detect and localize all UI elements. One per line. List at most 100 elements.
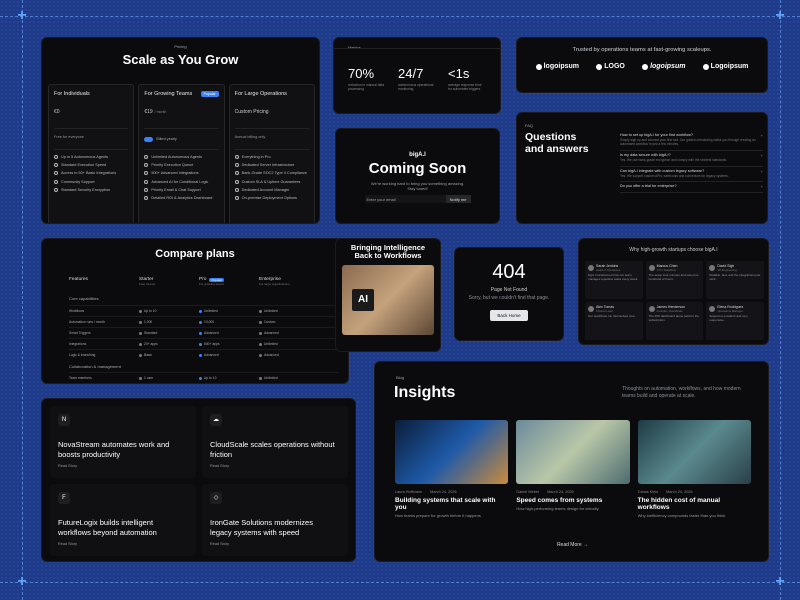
- feature-item: Bank-Grade SOC2 Type II Compliance: [234, 171, 309, 176]
- stats-card: Metrics 70% reduction in manual data proc…: [333, 37, 501, 114]
- read-more-link[interactable]: Read More →: [375, 542, 768, 548]
- table-row: Logic & branching Basic Advanced Advanced: [69, 349, 339, 360]
- faq-item[interactable]: Is my data secure with bigA.I? + Yes. We u…: [620, 151, 763, 167]
- crosshair-icon: +: [17, 7, 27, 24]
- check-icon: [234, 171, 239, 176]
- read-story-link[interactable]: Read Story: [58, 464, 77, 468]
- feature-item: Priority Execution Queue: [144, 163, 218, 168]
- compare-title: Compare plans: [155, 248, 235, 260]
- email-input[interactable]: Enter your email: [365, 195, 446, 203]
- stat-value: <1s: [448, 66, 470, 81]
- post-image: [637, 420, 751, 484]
- feature-item: On-premise Deployment Options: [234, 195, 309, 200]
- post-author: Daniel Weber: [516, 490, 540, 494]
- company-logo: LOGO: [596, 63, 625, 70]
- case-study-item[interactable]: ☁ CloudScale scales operations without fr…: [202, 406, 348, 478]
- insights-title: Insights: [394, 384, 456, 401]
- post-date: March 24, 2026: [666, 490, 693, 494]
- testimonial-text: Reliable, fast, and the integrations jus…: [709, 273, 761, 281]
- expand-icon: +: [760, 184, 763, 190]
- billing-toggle[interactable]: [144, 136, 154, 142]
- back-home-button[interactable]: Back Home: [490, 310, 528, 321]
- expand-icon: +: [760, 152, 763, 158]
- popular-badge: Popular: [209, 277, 224, 282]
- check-icon: [259, 353, 262, 357]
- feature-item: Everything in Pro: [234, 155, 309, 159]
- testimonial-card: David Sigh VP Engineering Reliable, fast, …: [706, 261, 764, 299]
- testimonial-card: James Henderson Founder, CloudScale The RO…: [645, 302, 704, 340]
- faq-item[interactable]: Do you offer a trial for enterprise? +: [620, 182, 763, 194]
- coming-desc: We're working hard to bring you somethin…: [370, 181, 465, 191]
- stat-desc: average response time for automated trig…: [448, 83, 482, 91]
- case-study-item[interactable]: ◇ IronGate Solutions modernizes legacy sy…: [202, 484, 348, 556]
- expand-icon: +: [760, 168, 763, 174]
- blog-post[interactable]: Tobias Klein March 24, 2026 The hidden cos…: [637, 420, 751, 518]
- check-icon: [144, 155, 149, 159]
- crosshair-icon: +: [775, 573, 785, 590]
- case-study-title: FutureLogix builds intelligent workflows…: [58, 518, 157, 537]
- check-icon: [234, 195, 239, 200]
- post-date: March 24, 2026: [547, 490, 574, 494]
- blog-badge: Blog: [396, 375, 405, 380]
- stat-item: 70% reduction in manual data processing: [348, 66, 386, 92]
- check-icon: [199, 342, 202, 346]
- guide-line: [780, 0, 781, 600]
- stat-value: 24/7: [398, 66, 424, 81]
- logos-title: Trusted by operations teams at fast-grow…: [572, 47, 712, 53]
- case-study-item[interactable]: F FutureLogix builds intelligent workflow…: [50, 484, 196, 556]
- faq-item[interactable]: How to set up bigA.I for your first work…: [620, 131, 763, 151]
- case-study-item[interactable]: N NovaStream automates work and boosts pr…: [50, 406, 196, 478]
- read-story-link[interactable]: Read Story: [210, 464, 229, 468]
- check-icon: [199, 353, 202, 357]
- plan-card: For Individuals €0 Free for everyone Up to …: [48, 84, 135, 223]
- feature-item: Access to 50+ Basic Integrations: [54, 171, 128, 176]
- plan-name: For Individuals: [54, 91, 90, 97]
- case-studies-card: N NovaStream automates work and boosts pr…: [41, 398, 356, 562]
- blog-post[interactable]: Laura Hoffmann March 24, 2026 Building sys…: [395, 420, 509, 518]
- plan-price: €0: [54, 109, 60, 115]
- table-row: Integrations 20+ apps 500+ apps Unlimited: [69, 338, 339, 349]
- faq-answer: Yes. We use bank-grade encryption and co…: [620, 157, 728, 162]
- testimonial-text: Support is excellent and very responsive…: [709, 314, 748, 322]
- blog-post[interactable]: Daniel Weber March 24, 2026 Speed comes fr…: [516, 420, 630, 518]
- plan-card: For Large Operations Custom Pricing Annual…: [228, 84, 315, 223]
- compare-col-header: Pro Popular For growing teams: [199, 277, 224, 286]
- read-story-link[interactable]: Read Story: [210, 542, 229, 546]
- stat-value: 70%: [348, 66, 375, 81]
- faq-answer: Yes. We support custom APIs, webhooks an…: [620, 173, 729, 178]
- ai-screen: AI: [352, 288, 374, 311]
- logos-card: Trusted by operations teams at fast-grow…: [516, 37, 768, 93]
- check-icon: [199, 320, 202, 324]
- check-icon: [144, 187, 149, 192]
- office-image: AI: [342, 264, 434, 335]
- case-study-title: NovaStream automates work and boosts pro…: [58, 440, 170, 459]
- check-icon: [139, 353, 142, 357]
- faq-title: Questions and answers: [525, 131, 589, 156]
- company-icon: F: [58, 492, 70, 504]
- read-story-link[interactable]: Read Story: [58, 542, 77, 546]
- faq-badge: FAQ: [525, 123, 534, 128]
- post-desc: How teams prepare for growth before it h…: [395, 513, 481, 518]
- testimonial-card: Alex Tomas Product Lead Our workflows run …: [585, 302, 643, 340]
- stat-desc: autonomous operational monitoring: [398, 83, 434, 91]
- logo-mark-icon: [535, 63, 542, 70]
- faq-question: Can bigA.I integrate with custom legacy …: [620, 168, 705, 173]
- notify-button[interactable]: Notify me: [445, 195, 471, 203]
- check-icon: [259, 309, 262, 313]
- stat-item: 24/7 autonomous operational monitoring: [398, 66, 436, 92]
- faq-item[interactable]: Can bigA.I integrate with custom legacy …: [620, 167, 763, 183]
- faq-question: Is my data secure with bigA.I?: [620, 152, 671, 157]
- faq-answer: Simply sign up and connect your first to…: [620, 138, 756, 146]
- feature-card: Bringing Intelligence Back to Workflows …: [335, 238, 441, 352]
- table-row: Smart Triggers Standard Advanced Advanced: [69, 327, 339, 338]
- faq-card: FAQ Questions and answers How to set up …: [516, 112, 768, 224]
- pricing-title: Scale as You Grow: [122, 52, 239, 67]
- post-image: [395, 420, 509, 484]
- check-icon: [139, 342, 142, 346]
- feature-item: Community Support: [54, 179, 128, 184]
- testimonial-card: Elena Rodriguez Operations Manager Support…: [706, 302, 764, 340]
- compare-section-label: Collaboration & management: [69, 364, 121, 369]
- feature-item: Priority Email & Chat Support: [144, 187, 218, 192]
- avatar: [709, 306, 716, 312]
- company-logo: Logoipsum: [702, 63, 748, 70]
